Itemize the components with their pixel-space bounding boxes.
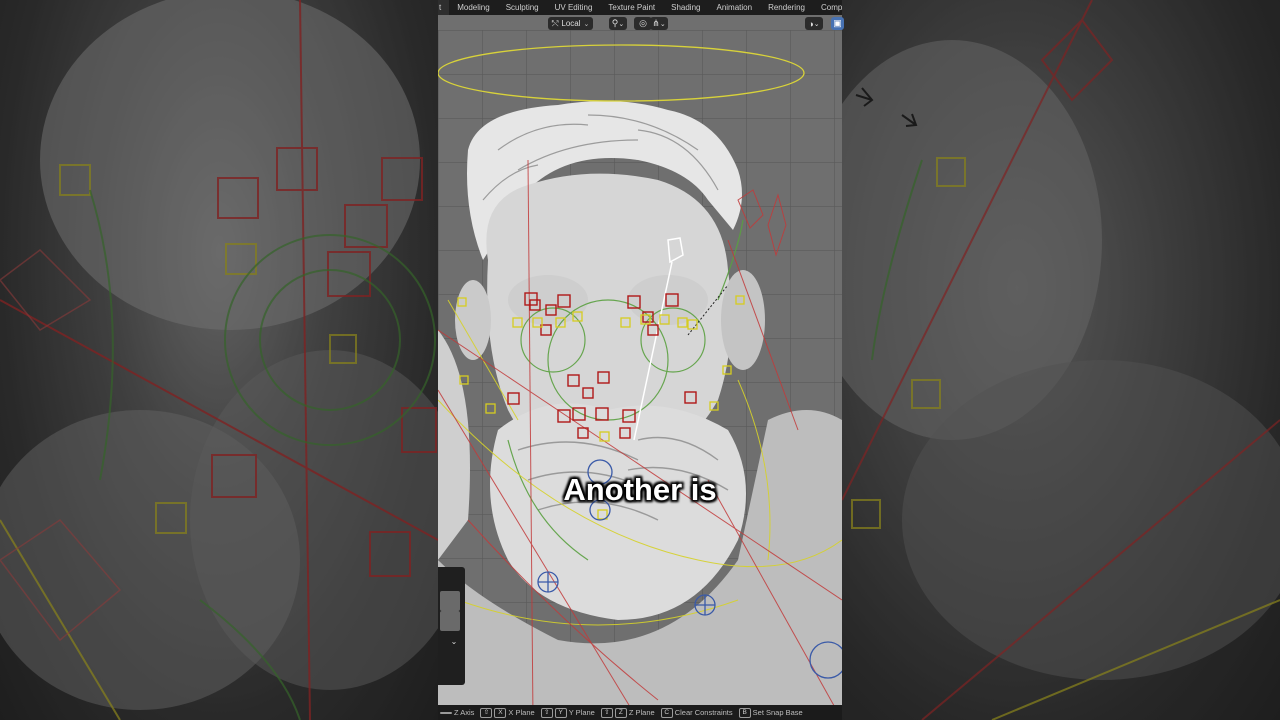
key-shift: ⇧: [540, 707, 553, 718]
status-hint-y-plane: ⇧ Y Y Plane: [540, 707, 595, 718]
workspace-tab-bar: t Modeling Sculpting UV Editing Texture …: [438, 0, 842, 15]
xray-icon: ▣: [833, 18, 842, 28]
tool-panel: ⌄: [438, 567, 465, 685]
snap-button[interactable]: ⋔ ⌄: [650, 17, 668, 30]
key-x: X: [494, 707, 507, 718]
workspace-tab-sculpting[interactable]: Sculpting: [498, 0, 547, 15]
key-shift: ⇧: [480, 707, 493, 718]
overlay-button[interactable]: ◑ ⌄: [805, 17, 823, 30]
transform-orientation-dropdown[interactable]: ⤲ Local ⌄: [548, 17, 594, 30]
proportional-edit-icon: ◎: [639, 18, 647, 28]
key-y: Y: [554, 707, 567, 718]
status-hint-z-axis: Z Axis: [440, 708, 474, 717]
blurred-background-left: [0, 0, 438, 720]
status-hint-x-plane: ⇧ X X Plane: [480, 707, 535, 718]
chevron-down-icon: ⌄: [583, 20, 590, 28]
pivot-point-button[interactable]: ⚲ ⌄: [609, 17, 627, 30]
workspace-tab-texture-paint[interactable]: Texture Paint: [600, 0, 663, 15]
transform-orientation-value: Local: [561, 19, 581, 28]
status-hint-label: X Plane: [508, 708, 535, 717]
key-shift: ⇧: [600, 707, 613, 718]
status-hint-clear-constraints: C Clear Constraints: [660, 707, 733, 718]
status-hint-label: Clear Constraints: [674, 708, 733, 717]
status-hint-label: Z Plane: [628, 708, 655, 717]
viewport-header: ⤲ Local ⌄ ⚲ ⌄ ◎ ⋔ ⌄ ◑ ⌄ ▣: [438, 15, 844, 32]
workspace-tab-compositing[interactable]: Compo: [813, 0, 842, 15]
workspace-tab-uv-editing[interactable]: UV Editing: [547, 0, 601, 15]
tool-button-2[interactable]: [440, 611, 460, 631]
pivot-icon: ⚲: [611, 18, 619, 28]
workspace-tab-layout[interactable]: t: [438, 0, 450, 15]
status-bar: Z Axis ⇧ X X Plane ⇧ Y Y Plane ⇧ Z Z Pla…: [438, 705, 842, 720]
chevron-down-icon[interactable]: ⌄: [447, 637, 461, 649]
key-c: C: [660, 707, 673, 718]
orientation-axes-icon: ⤲: [552, 18, 559, 28]
tool-button-1[interactable]: [440, 591, 460, 611]
3d-viewport[interactable]: [438, 0, 842, 720]
key-b: B: [738, 707, 751, 718]
key-z: Z: [614, 707, 627, 718]
workspace-tab-animation[interactable]: Animation: [708, 0, 760, 15]
status-hint-label: Y Plane: [568, 708, 595, 717]
video-caption: Another is: [563, 472, 717, 507]
status-hint-label: Z Axis: [454, 708, 475, 717]
status-hint-z-plane: ⇧ Z Z Plane: [600, 707, 655, 718]
workspace-tab-rendering[interactable]: Rendering: [760, 0, 813, 15]
status-hint-set-snap-base: B Set Snap Base: [738, 707, 803, 718]
xray-toggle-button[interactable]: ▣: [831, 17, 844, 30]
character-rig-scene[interactable]: [438, 0, 842, 720]
workspace-tab-modeling[interactable]: Modeling: [449, 0, 497, 15]
status-hint-label: Set Snap Base: [752, 708, 803, 717]
workspace-tab-shading[interactable]: Shading: [663, 0, 708, 15]
blurred-background-right: [842, 0, 1280, 720]
key-icon: [440, 711, 452, 714]
snap-icon: ⋔: [652, 18, 660, 28]
